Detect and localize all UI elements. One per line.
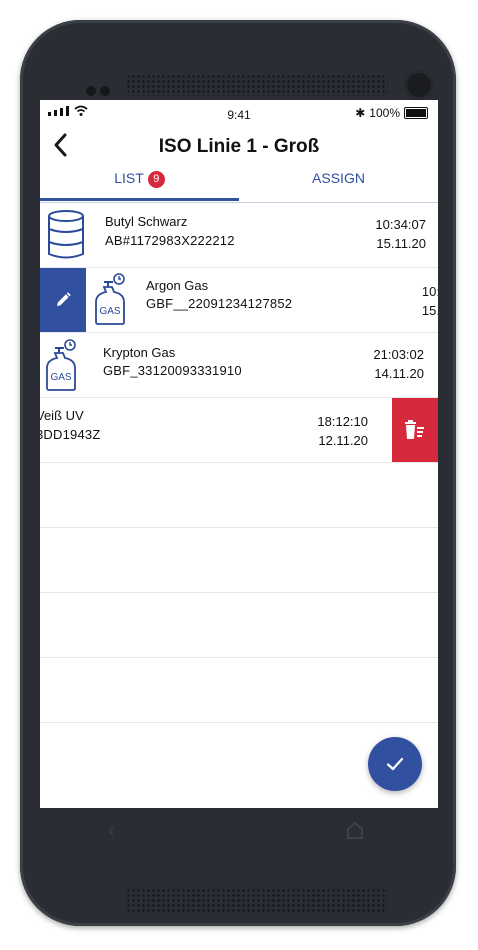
pencil-icon bbox=[57, 292, 71, 306]
svg-text:GAS: GAS bbox=[50, 372, 71, 383]
empty-list-row bbox=[40, 528, 438, 593]
app-screen: 9:41 ✱ 100% ISO Linie 1 - Groß LIST 9 ASS… bbox=[40, 100, 438, 808]
list-item[interactable]: Butyl Schwarz AB#1172983X222212 10:34:07… bbox=[40, 203, 438, 268]
battery-icon bbox=[404, 107, 428, 119]
list-item[interactable]: Veiß UV 3DD1943Z 18:12:10 12.11.20 bbox=[40, 398, 438, 463]
list-item[interactable]: GAS Krypton Gas GBF_33120093331910 21:03… bbox=[40, 333, 438, 398]
item-date: 15. bbox=[421, 303, 438, 318]
gas-cylinder-icon: GAS bbox=[45, 338, 79, 397]
item-name: Veiß UV bbox=[40, 408, 84, 423]
battery-percent: 100% bbox=[369, 106, 400, 120]
item-code: GBF__22091234127852 bbox=[146, 296, 293, 311]
item-code: GBF_33120093331910 bbox=[103, 363, 242, 378]
tab-list[interactable]: LIST 9 bbox=[40, 168, 239, 201]
barrel-icon bbox=[46, 209, 86, 266]
page-title: ISO Linie 1 - Groß bbox=[158, 136, 320, 157]
status-bar: 9:41 ✱ 100% bbox=[40, 100, 438, 124]
trash-icon bbox=[405, 420, 424, 439]
confirm-fab-button[interactable] bbox=[368, 737, 422, 791]
top-speaker-grille bbox=[126, 74, 388, 96]
gas-cylinder-icon: GAS bbox=[94, 272, 128, 331]
tab-assign-label: ASSIGN bbox=[312, 170, 365, 186]
item-date: 12.11.20 bbox=[318, 433, 368, 448]
item-code: AB#1172983X222212 bbox=[105, 233, 235, 248]
list-item[interactable]: GAS Argon Gas GBF__22091234127852 10: 15… bbox=[40, 268, 438, 333]
bluetooth-icon: ✱ bbox=[355, 106, 366, 120]
edit-button[interactable] bbox=[40, 268, 86, 332]
app-header: ISO Linie 1 - Groß bbox=[40, 124, 438, 168]
item-time: 21:03:02 bbox=[373, 347, 424, 362]
item-name: Argon Gas bbox=[146, 278, 209, 293]
hardware-home-icon[interactable] bbox=[346, 821, 364, 845]
empty-list-row bbox=[40, 593, 438, 658]
item-name: Krypton Gas bbox=[103, 345, 176, 360]
sensor-dots bbox=[86, 83, 114, 101]
item-time: 18:12:10 bbox=[317, 414, 368, 429]
item-date: 15.11.20 bbox=[376, 236, 426, 251]
tab-list-label: LIST bbox=[114, 170, 144, 186]
item-name: Butyl Schwarz bbox=[105, 214, 188, 229]
tab-assign[interactable]: ASSIGN bbox=[239, 168, 438, 200]
item-date: 14.11.20 bbox=[374, 366, 424, 381]
list-count-badge: 9 bbox=[147, 171, 165, 188]
empty-list-row bbox=[40, 658, 438, 723]
item-code: 3DD1943Z bbox=[40, 427, 101, 442]
item-time: 10:34:07 bbox=[375, 217, 426, 232]
tab-bar: LIST 9 ASSIGN bbox=[40, 168, 438, 203]
bottom-speaker-grille bbox=[126, 888, 388, 912]
front-camera bbox=[404, 70, 434, 100]
delete-button[interactable] bbox=[392, 398, 438, 462]
svg-text:GAS: GAS bbox=[99, 306, 120, 317]
hardware-back-icon[interactable]: ‹ bbox=[108, 820, 115, 843]
checkmark-icon bbox=[386, 757, 404, 771]
empty-list-row bbox=[40, 463, 438, 528]
item-time: 10: bbox=[421, 284, 438, 299]
